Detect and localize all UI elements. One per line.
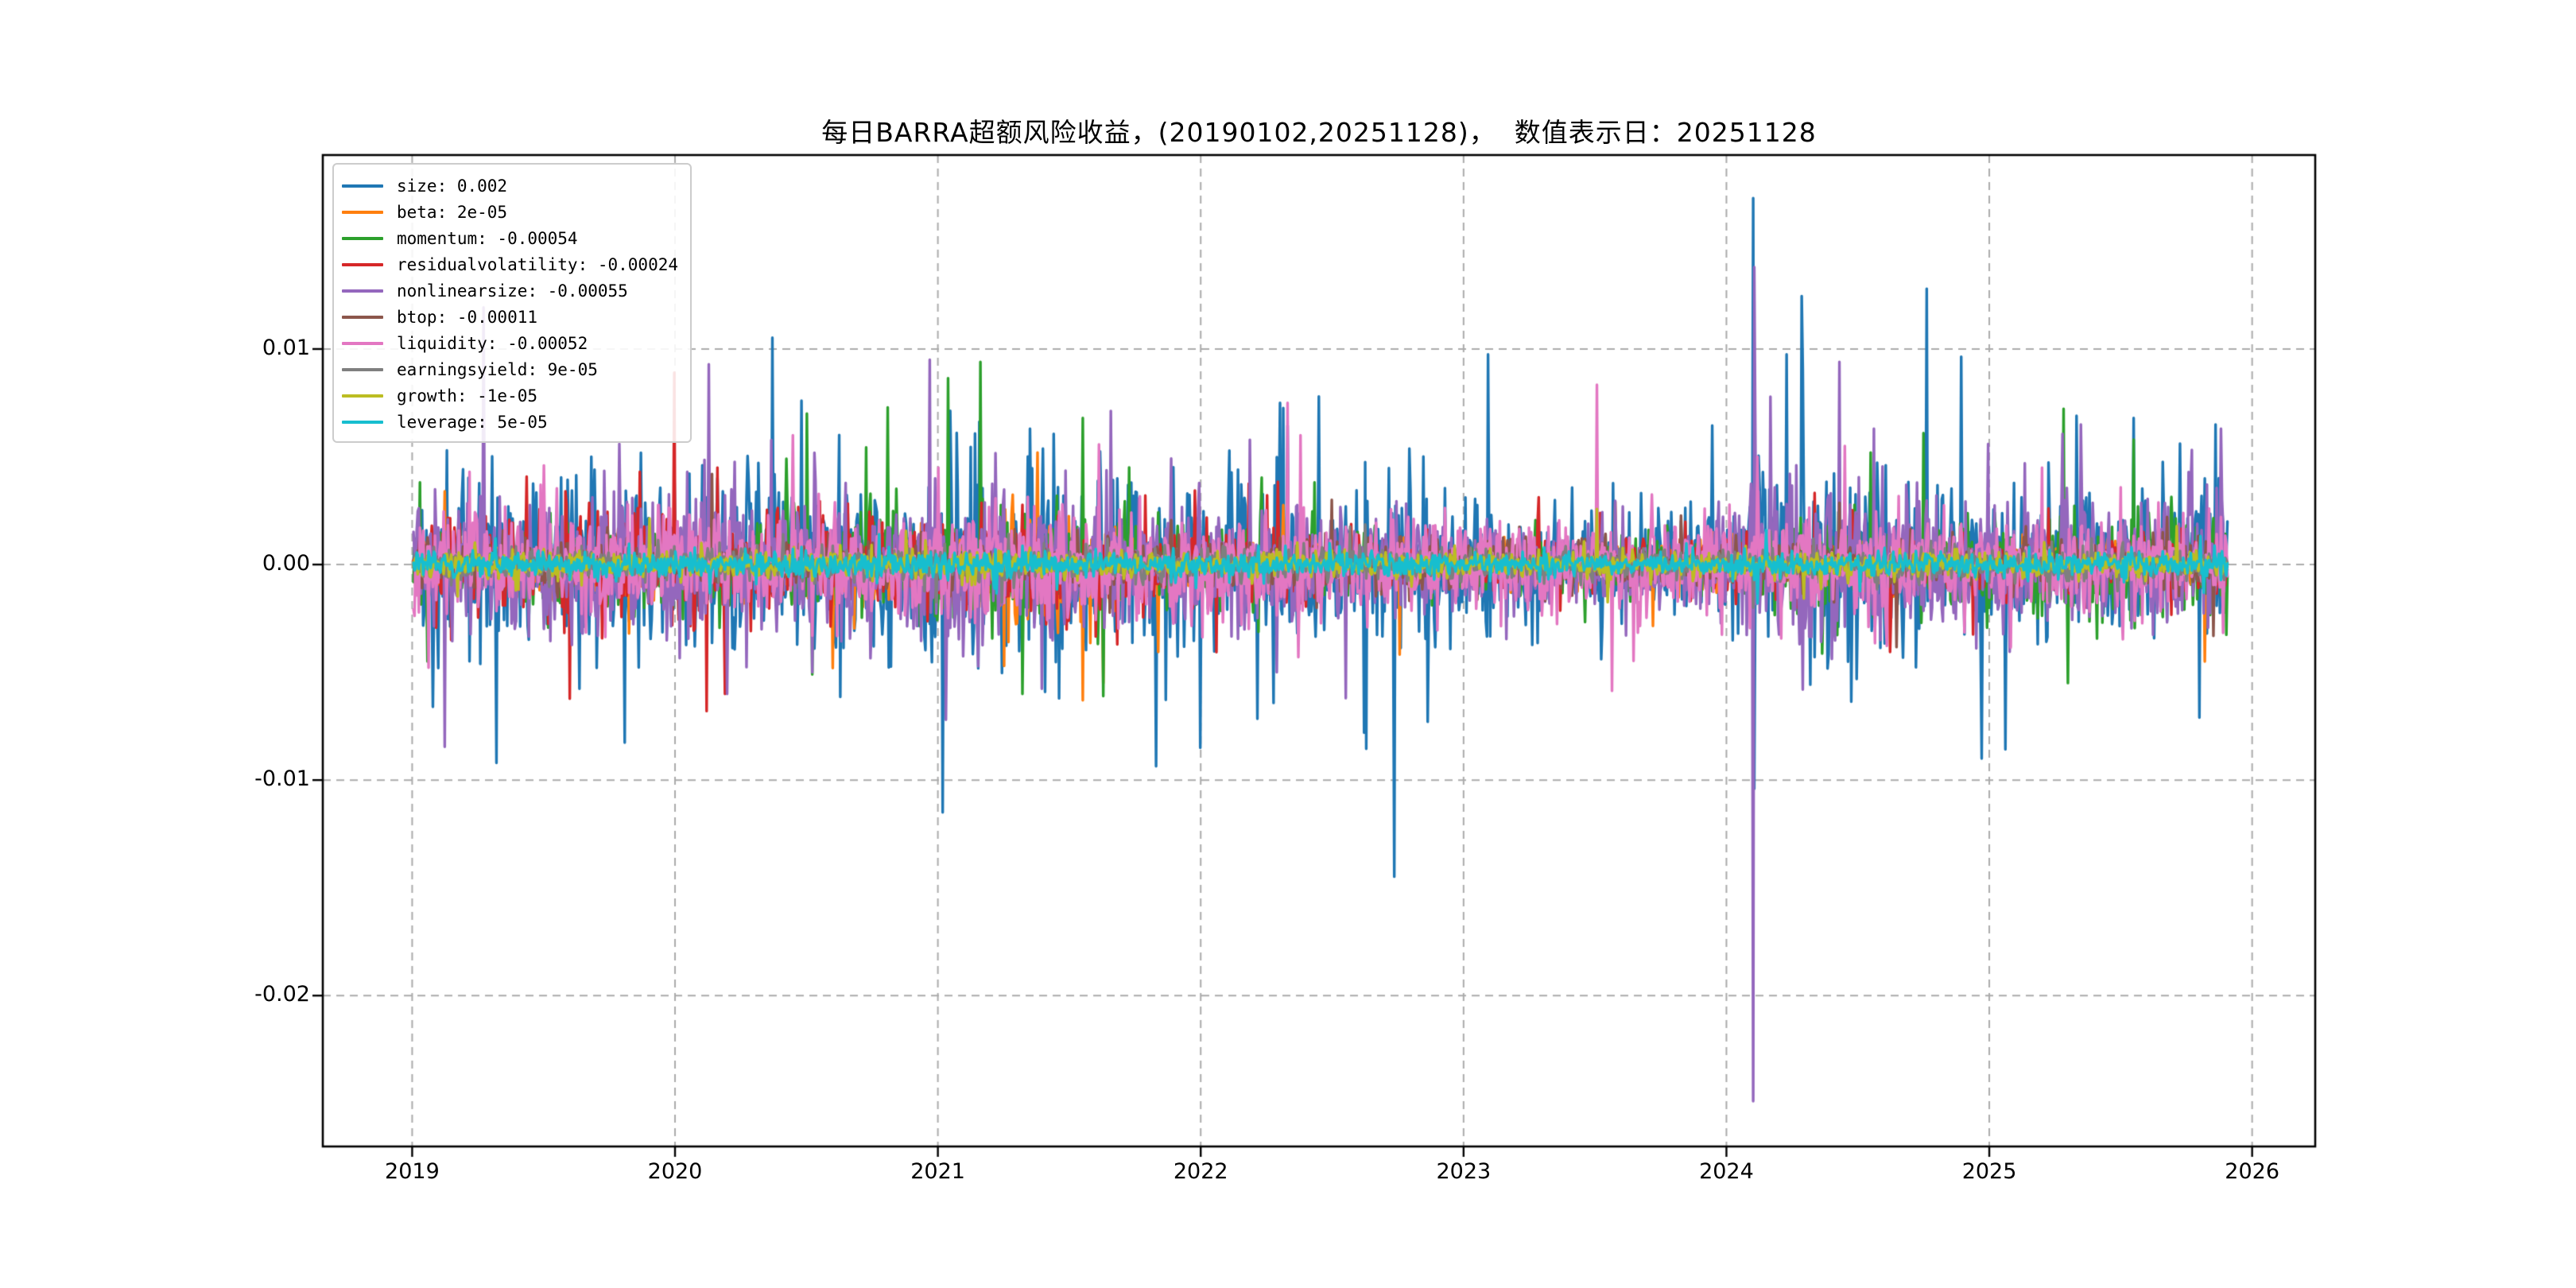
legend-label-earningsyield: earningsyield: 9e-05 xyxy=(397,359,598,379)
legend-label-nonlinearsize: nonlinearsize: -0.00055 xyxy=(397,281,628,301)
legend-swatch-leverage xyxy=(342,420,383,424)
legend-item-btop: btop: -0.00011 xyxy=(342,304,681,330)
legend-swatch-liquidity xyxy=(342,341,383,345)
x-tick-label: 2025 xyxy=(1961,1159,2017,1184)
legend-label-momentum: momentum: -0.00054 xyxy=(397,228,578,248)
y-tick-label: 0.01 xyxy=(262,335,310,360)
x-tick-label: 2022 xyxy=(1173,1159,1228,1184)
legend-swatch-beta xyxy=(342,210,383,214)
legend-swatch-earningsyield xyxy=(342,367,383,371)
legend-item-liquidity: liquidity: -0.00052 xyxy=(342,330,681,356)
figure: 每日BARRA超额风险收益，(20190102,20251128)， 数值表示日… xyxy=(0,0,2576,1288)
legend-swatch-momentum xyxy=(342,236,383,240)
legend-box: size: 0.002 beta: 2e-05 momentum: -0.00054… xyxy=(332,163,692,443)
legend-item-residualvolatility: residualvolatility: -0.00024 xyxy=(342,251,681,277)
y-tick-label: -0.02 xyxy=(254,982,310,1007)
y-tick-label: -0.01 xyxy=(254,766,310,792)
x-tick-label: 2019 xyxy=(385,1159,440,1184)
legend-swatch-size xyxy=(342,184,383,188)
x-tick-label: 2021 xyxy=(910,1159,965,1184)
y-tick-label: 0.00 xyxy=(262,551,310,576)
legend-swatch-residualvolatility xyxy=(342,262,383,266)
legend-item-growth: growth: -1e-05 xyxy=(342,382,681,409)
legend-label-leverage: leverage: 5e-05 xyxy=(397,412,548,432)
chart-title: 每日BARRA超额风险收益，(20190102,20251128)， 数值表示日… xyxy=(821,117,1817,148)
x-tick-label: 2024 xyxy=(1699,1159,1754,1184)
legend-item-momentum: momentum: -0.00054 xyxy=(342,225,681,251)
x-tick-label: 2026 xyxy=(2225,1159,2279,1184)
legend-label-beta: beta: 2e-05 xyxy=(397,202,508,222)
x-tick-label: 2020 xyxy=(647,1159,703,1184)
legend-label-liquidity: liquidity: -0.00052 xyxy=(397,333,588,353)
legend-label-residualvolatility: residualvolatility: -0.00024 xyxy=(397,254,679,274)
legend-label-growth: growth: -1e-05 xyxy=(397,386,538,405)
legend-label-btop: btop: -0.00011 xyxy=(397,307,538,327)
legend-item-leverage: leverage: 5e-05 xyxy=(342,409,681,435)
legend-swatch-growth xyxy=(342,394,383,398)
x-tick-label: 2023 xyxy=(1436,1159,1492,1184)
legend-item-beta: beta: 2e-05 xyxy=(342,199,681,225)
legend-swatch-nonlinearsize xyxy=(342,289,383,293)
legend-item-size: size: 0.002 xyxy=(342,173,681,199)
legend-item-nonlinearsize: nonlinearsize: -0.00055 xyxy=(342,277,681,304)
legend-swatch-btop xyxy=(342,315,383,319)
legend-item-earningsyield: earningsyield: 9e-05 xyxy=(342,356,681,382)
legend-label-size: size: 0.002 xyxy=(397,176,508,196)
